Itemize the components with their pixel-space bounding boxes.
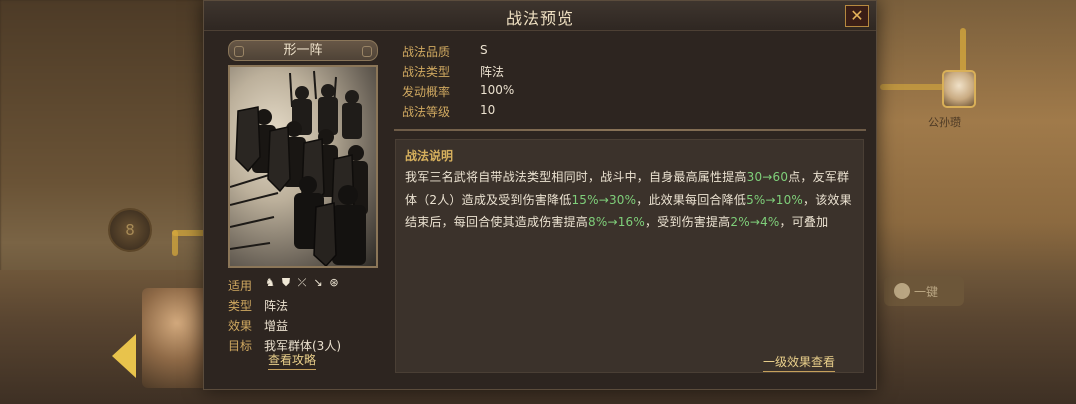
description-value-highlight: 30→60 (746, 170, 789, 184)
description-value-highlight: 15%→30% (571, 192, 637, 207)
effect-label: 效果 (228, 319, 253, 333)
tactic-card-art (228, 65, 378, 268)
level-value: 10 (480, 103, 496, 117)
target-label: 目标 (228, 339, 253, 353)
effect-row: 效果 增益 (228, 315, 388, 335)
vehicle-icon: ⊛ (329, 276, 339, 289)
description-segment: 我军三名武将自带战法类型相同时，战斗中，自身最高属性提高 (405, 170, 747, 184)
description-segment: ，受到伤害提高 (644, 215, 731, 229)
description-panel: 战法说明 我军三名武将自带战法类型相同时，战斗中，自身最高属性提高30→60点，… (395, 139, 864, 373)
usage-label: 适用 (228, 279, 253, 293)
dialog-title: 战法预览 (505, 9, 574, 28)
description-value-highlight: 2%→4% (730, 215, 780, 229)
trigger-row: 发动概率 100% (402, 81, 862, 101)
section-divider (394, 129, 866, 131)
level-one-effect-link[interactable]: 一级效果查看 (763, 353, 836, 372)
type-value: 阵法 (480, 65, 505, 79)
map-node-label: 8 (125, 221, 135, 239)
description-segment: ，此效果每回合降低 (636, 192, 747, 207)
map-node-circle: 8 (108, 208, 152, 252)
shield-icon: ⛊ (281, 276, 291, 289)
general-name: 公孙瓒 (928, 116, 961, 129)
bow-icon: ⤫ (297, 276, 307, 289)
quality-value: S (480, 43, 488, 57)
class-row: 类型 阵法 (228, 295, 388, 315)
class-label: 类型 (228, 299, 253, 313)
quality-row: 战法品质 S (402, 41, 862, 61)
soldiers-formation-illustration (230, 70, 368, 266)
general-portrait (142, 288, 212, 388)
level-label: 战法等级 (402, 105, 451, 119)
tactic-preview-dialog: 战法预览 ✕ 形一阵 适用 ♞ ⛊ ⤫ ↘ ⊛ 类型 阵法 效果 增益 目标 我… (203, 0, 877, 390)
description-text: 我军三名武将自带战法类型相同时，战斗中，自身最高属性提高30→60点，友军群体（… (405, 166, 855, 234)
description-value-highlight: 8%→16% (588, 215, 645, 229)
tactic-name: 形一阵 (283, 43, 323, 58)
usage-icons: ♞ ⛊ ⤫ ↘ ⊛ (264, 277, 340, 289)
background-button: 一键 (884, 276, 964, 306)
background-button-label: 一键 (914, 284, 939, 299)
effect-value: 增益 (264, 319, 289, 333)
tactic-name-plate: 形一阵 (228, 40, 378, 61)
close-icon: ✕ (850, 6, 864, 25)
type-row: 战法类型 阵法 (402, 61, 862, 81)
description-title: 战法说明 (405, 149, 454, 163)
general-portrait (942, 70, 976, 108)
map-path-line (172, 230, 178, 256)
description-segment: ，可叠加 (779, 215, 829, 229)
description-value-highlight: 5%→10% (746, 192, 804, 207)
trigger-label: 发动概率 (402, 85, 451, 99)
cavalry-icon: ♞ (265, 276, 275, 289)
previous-arrow-icon (112, 334, 136, 378)
class-value: 阵法 (264, 299, 289, 313)
tactic-properties: 适用 ♞ ⛊ ⤫ ↘ ⊛ 类型 阵法 效果 增益 目标 我军群体(3人) (228, 275, 388, 355)
view-strategy-link[interactable]: 查看攻略 (268, 351, 317, 370)
close-button[interactable]: ✕ (845, 5, 869, 27)
dialog-titlebar: 战法预览 ✕ (204, 1, 876, 31)
tactic-info: 战法品质 S 战法类型 阵法 发动概率 100% 战法等级 10 (402, 41, 862, 121)
level-row: 战法等级 10 (402, 101, 862, 121)
trigger-value: 100% (480, 83, 515, 97)
quality-label: 战法品质 (402, 45, 451, 59)
type-label: 战法类型 (402, 65, 451, 79)
usage-row: 适用 ♞ ⛊ ⤫ ↘ ⊛ (228, 275, 388, 295)
spear-icon: ↘ (313, 276, 323, 289)
hand-icon (894, 283, 910, 299)
